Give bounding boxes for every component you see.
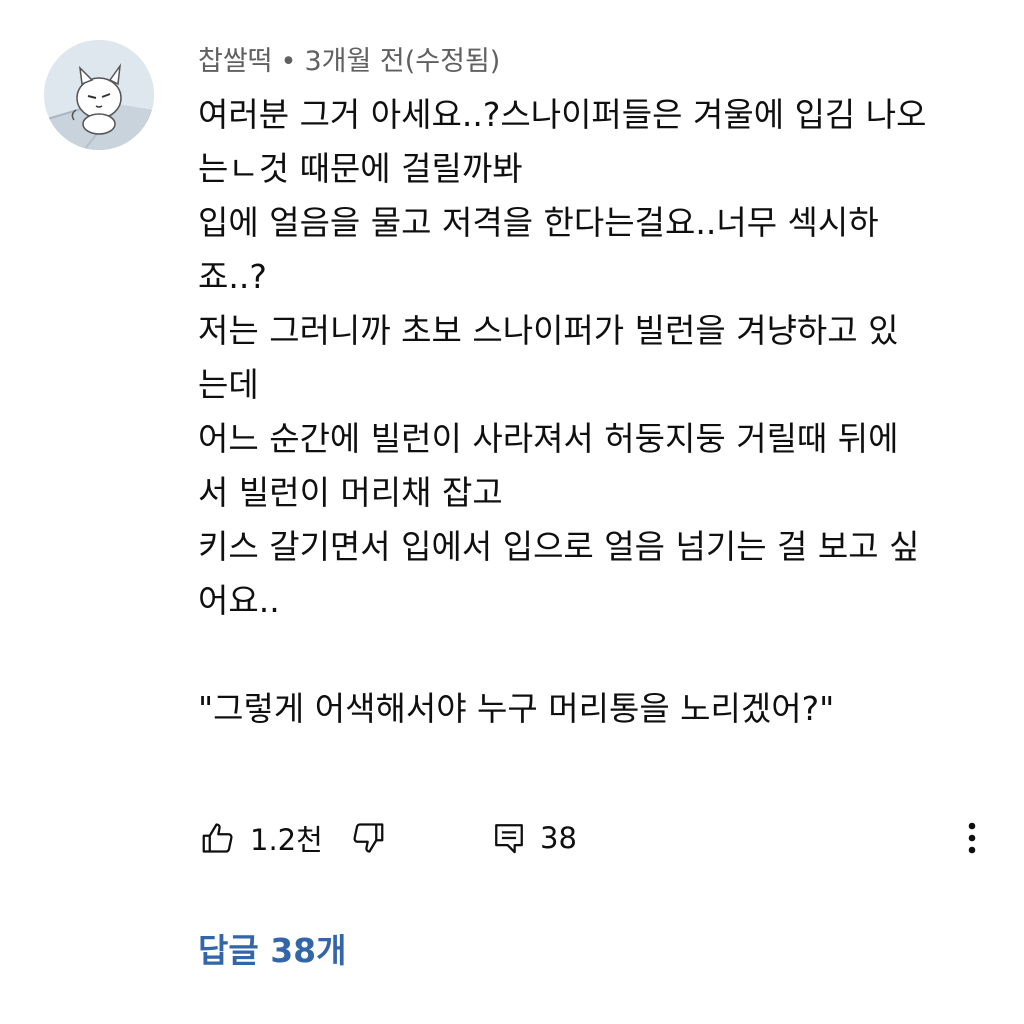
thumbs-down-icon <box>353 823 384 853</box>
comment-line: 어느 순간에 빌런이 사라져서 허둥지둥 거릴때 뒤에 <box>198 419 899 458</box>
comment-line: 는ㄴ것 때문에 걸릴까봐 <box>198 149 523 188</box>
reply-button[interactable]: 38 <box>492 810 577 866</box>
comment-line: 어요.. <box>198 581 280 620</box>
meta-separator: • <box>280 46 297 77</box>
dislike-button[interactable] <box>350 810 386 866</box>
comment-body: 여러분 그거 아세요..?스나이퍼들은 겨울에 입김 나오 는ㄴ것 때문에 걸릴… <box>198 88 998 736</box>
view-replies-link[interactable]: 답글 38개 <box>198 926 347 976</box>
comment-line: 여러분 그거 아세요..?스나이퍼들은 겨울에 입김 나오 <box>198 95 927 134</box>
reply-count: 38 <box>540 821 577 855</box>
comment-line: 저는 그러니까 초보 스나이퍼가 빌런을 겨냥하고 있 <box>198 311 899 350</box>
comment-meta: 찹쌀떡 • 3개월 전(수정됨) <box>198 40 500 84</box>
avatar[interactable] <box>44 40 154 150</box>
comment-line: 서 빌런이 머리채 잡고 <box>198 473 503 512</box>
comment-line: 죠..? <box>198 257 267 296</box>
comment-line: 키스 갈기면서 입에서 입으로 얼음 넘기는 걸 보고 싶 <box>198 527 920 566</box>
comment-quote-line: "그렇게 어색해서야 누구 머리통을 노리겠어?" <box>198 689 835 728</box>
like-count: 1.2천 <box>250 823 323 857</box>
cat-avatar-icon <box>44 40 154 150</box>
comment-actions-bar: 1.2천 38 <box>198 810 988 866</box>
comment-line: 입에 얼음을 물고 저격을 한다는걸요..너무 섹시하 <box>198 203 879 242</box>
more-options-button[interactable] <box>960 810 984 866</box>
thumbs-up-icon <box>202 823 233 853</box>
vertical-dots-icon <box>968 822 976 854</box>
comment-timestamp[interactable]: 3개월 전(수정됨) <box>304 46 500 77</box>
comment-icon <box>495 824 523 854</box>
author-name[interactable]: 찹쌀떡 <box>198 46 273 77</box>
comment-line: 는데 <box>198 365 259 404</box>
like-button[interactable]: 1.2천 <box>200 810 323 866</box>
